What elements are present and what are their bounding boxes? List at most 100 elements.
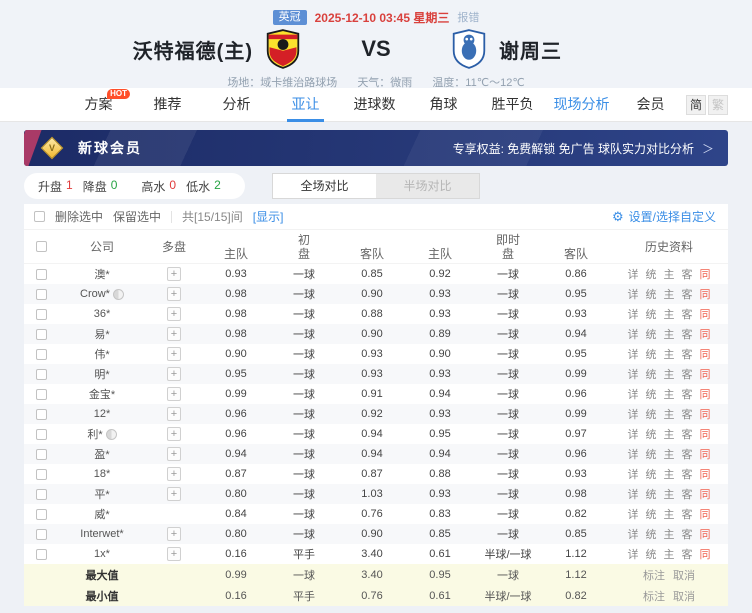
history-link-home[interactable]: 主 [664,266,675,282]
tab-analysis[interactable]: 分析 [202,88,271,122]
history-link-same[interactable]: 同 [700,486,711,502]
history-link-stats[interactable]: 统 [646,286,657,302]
history-link-detail[interactable]: 详 [628,306,639,322]
row-checkbox[interactable] [36,369,47,380]
history-link-away[interactable]: 客 [682,266,693,282]
multi-plus-button[interactable]: + [167,527,181,541]
multi-plus-button[interactable]: + [167,347,181,361]
history-link-away[interactable]: 客 [682,366,693,382]
row-checkbox[interactable] [36,449,47,460]
history-link-same[interactable]: 同 [700,306,711,322]
multi-plus-button[interactable]: + [167,447,181,461]
history-link-stats[interactable]: 统 [646,406,657,422]
history-link-home[interactable]: 主 [664,486,675,502]
company-name[interactable]: 12* [94,408,111,420]
row-checkbox[interactable] [36,489,47,500]
history-link-away[interactable]: 客 [682,486,693,502]
multi-plus-button[interactable]: + [167,547,181,561]
history-link-away[interactable]: 客 [682,326,693,342]
history-link-detail[interactable]: 详 [628,526,639,542]
company-name[interactable]: 1x* [94,548,110,560]
history-link-detail[interactable]: 详 [628,286,639,302]
multi-plus-button[interactable]: + [167,427,181,441]
mark-link[interactable]: 标注 [643,567,665,583]
vip-banner[interactable]: V 新球会员 专享权益: 免费解锁 免广告 球队实力对比分析 ＞ [24,130,728,166]
row-checkbox[interactable] [36,529,47,540]
row-checkbox[interactable] [36,309,47,320]
history-link-detail[interactable]: 详 [628,466,639,482]
company-name[interactable]: 易* [94,326,109,342]
tab-corners[interactable]: 角球 [409,88,478,122]
row-checkbox[interactable] [36,409,47,420]
tab-goals[interactable]: 进球数 [340,88,409,122]
company-name[interactable]: 平* [94,486,109,502]
history-link-home[interactable]: 主 [664,506,675,522]
history-link-same[interactable]: 同 [700,466,711,482]
history-link-same[interactable]: 同 [700,326,711,342]
history-link-detail[interactable]: 详 [628,546,639,562]
cancel-link[interactable]: 取消 [673,588,695,604]
history-link-stats[interactable]: 统 [646,486,657,502]
multi-plus-button[interactable]: + [167,367,181,381]
row-checkbox[interactable] [36,509,47,520]
history-link-away[interactable]: 客 [682,346,693,362]
show-link[interactable]: [显示] [253,208,284,225]
row-checkbox[interactable] [36,349,47,360]
history-link-same[interactable]: 同 [700,426,711,442]
history-link-detail[interactable]: 详 [628,266,639,282]
tab-half-match-compare[interactable]: 半场对比 [376,174,479,198]
history-link-away[interactable]: 客 [682,526,693,542]
history-link-same[interactable]: 同 [700,286,711,302]
tab-recommend[interactable]: 推荐 [133,88,202,122]
history-link-stats[interactable]: 统 [646,366,657,382]
history-link-away[interactable]: 客 [682,386,693,402]
company-name[interactable]: 威* [94,506,109,522]
history-link-detail[interactable]: 详 [628,506,639,522]
tab-live-analysis[interactable]: 现场分析 [547,88,616,122]
history-link-same[interactable]: 同 [700,406,711,422]
history-link-stats[interactable]: 统 [646,386,657,402]
history-link-stats[interactable]: 统 [646,446,657,462]
multi-plus-button[interactable]: + [167,407,181,421]
multi-plus-button[interactable]: + [167,287,181,301]
history-link-same[interactable]: 同 [700,506,711,522]
history-link-same[interactable]: 同 [700,386,711,402]
tab-asian-handicap[interactable]: 亚让 [271,88,340,122]
history-link-away[interactable]: 客 [682,546,693,562]
history-link-same[interactable]: 同 [700,546,711,562]
history-link-stats[interactable]: 统 [646,266,657,282]
row-checkbox[interactable] [36,469,47,480]
multi-plus-button[interactable]: + [167,487,181,501]
row-checkbox[interactable] [36,389,47,400]
row-checkbox[interactable] [36,549,47,560]
tab-1x2[interactable]: 胜平负 [478,88,547,122]
settings-customize-button[interactable]: ⚙ 设置/选择自定义 [612,208,716,225]
history-link-away[interactable]: 客 [682,466,693,482]
history-link-stats[interactable]: 统 [646,466,657,482]
select-all-checkbox[interactable] [36,241,47,252]
history-link-detail[interactable]: 详 [628,406,639,422]
company-name[interactable]: 利* [87,426,102,442]
history-link-same[interactable]: 同 [700,266,711,282]
cancel-link[interactable]: 取消 [673,567,695,583]
row-checkbox[interactable] [36,429,47,440]
history-link-detail[interactable]: 详 [628,326,639,342]
company-name[interactable]: 明* [94,366,109,382]
history-link-detail[interactable]: 详 [628,486,639,502]
tab-full-match-compare[interactable]: 全场对比 [273,174,376,198]
history-link-home[interactable]: 主 [664,366,675,382]
history-link-stats[interactable]: 统 [646,326,657,342]
history-link-away[interactable]: 客 [682,426,693,442]
history-link-home[interactable]: 主 [664,306,675,322]
history-link-away[interactable]: 客 [682,306,693,322]
history-link-away[interactable]: 客 [682,446,693,462]
history-link-away[interactable]: 客 [682,406,693,422]
mark-link[interactable]: 标注 [643,588,665,604]
history-link-stats[interactable]: 统 [646,546,657,562]
toolbar-select-checkbox[interactable] [34,211,45,222]
lang-simplified-button[interactable]: 简 [686,95,706,115]
company-name[interactable]: 18* [94,468,111,480]
row-checkbox[interactable] [36,329,47,340]
history-link-same[interactable]: 同 [700,366,711,382]
history-link-stats[interactable]: 统 [646,346,657,362]
